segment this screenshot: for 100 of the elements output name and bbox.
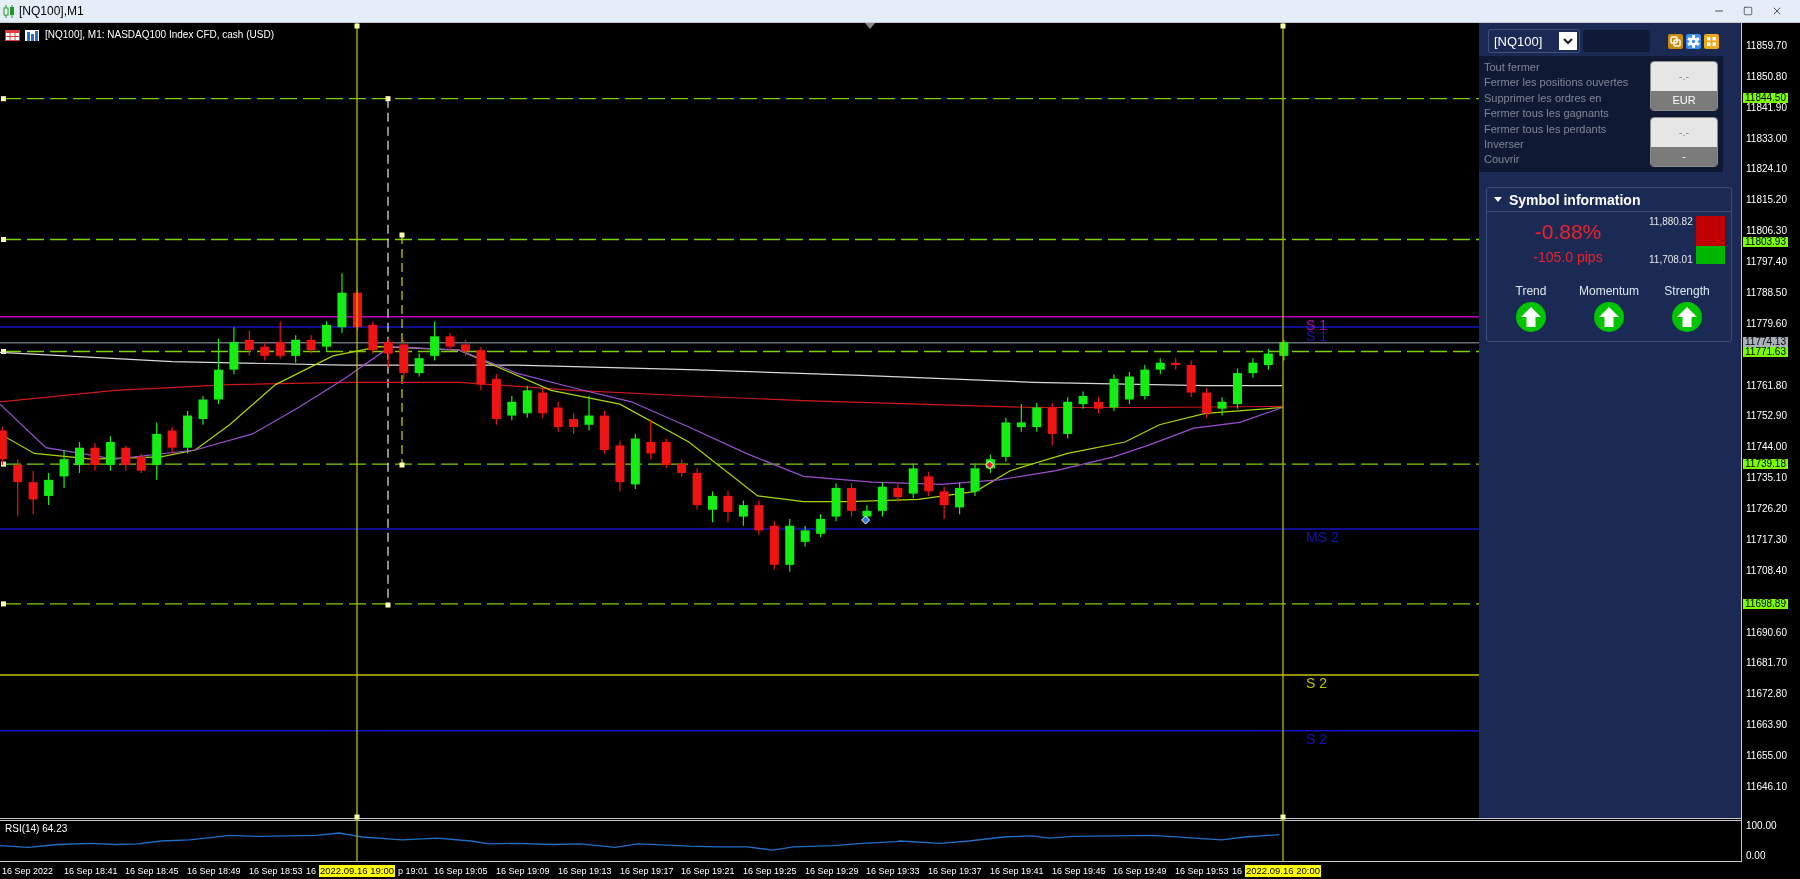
candlestick — [491, 373, 501, 426]
time-label: 16 Sep 19:29 — [805, 865, 859, 877]
candlestick — [13, 458, 23, 518]
candlestick — [1186, 359, 1196, 398]
time-label: 16 Sep 19:25 — [743, 865, 797, 877]
price-label: 11726.20 — [1746, 504, 1787, 515]
price-marker: 11771.63 — [1743, 347, 1788, 357]
action-item[interactable]: Supprimer les ordres en — [1484, 90, 1650, 107]
time-label: 16 Sep 19:33 — [866, 865, 920, 877]
chart-title: [NQ100], M1: NASDAQ100 Index CFD, cash (USD) — [45, 29, 274, 41]
indicator-label: Momentum — [1579, 284, 1639, 298]
candlestick — [75, 441, 84, 474]
value-button[interactable]: -.- EUR — [1650, 61, 1718, 111]
time-label: 16 Sep 19:37 — [928, 865, 982, 877]
triangle-marker-icon[interactable] — [865, 23, 875, 29]
indicator-label: Trend — [1515, 284, 1547, 298]
candlestick — [1233, 367, 1242, 410]
candlestick — [738, 499, 748, 527]
level-label: S 1 — [1306, 330, 1327, 342]
candlestick — [816, 513, 826, 538]
action-item[interactable]: Fermer tous les perdants — [1484, 121, 1650, 138]
price-label: 11815.20 — [1746, 195, 1787, 206]
anchor-point-icon[interactable] — [399, 232, 405, 238]
candlestick — [847, 482, 856, 518]
candlestick — [430, 320, 440, 362]
time-label: 16 Sep 18:53 — [249, 865, 303, 877]
candlestick — [1016, 403, 1026, 433]
candlestick — [1263, 348, 1273, 371]
time-label: 16 Sep 18:41 — [64, 865, 118, 877]
candlestick — [893, 482, 903, 503]
price-marker: 11698.89 — [1743, 598, 1788, 609]
candlestick — [28, 470, 38, 515]
candlestick — [800, 525, 810, 548]
value-button[interactable]: -.- - — [1650, 117, 1718, 167]
price-label: 11806.30 — [1746, 226, 1787, 237]
copy-icon[interactable] — [1668, 33, 1683, 49]
action-item[interactable]: Couvrir — [1484, 152, 1650, 168]
candlestick — [260, 341, 270, 362]
candlestick — [785, 518, 795, 573]
price-label: 11797.40 — [1746, 257, 1787, 268]
candlestick — [1217, 396, 1227, 417]
anchor-point-icon[interactable] — [399, 462, 405, 468]
candlestick — [105, 435, 115, 472]
action-item[interactable]: Tout fermer — [1484, 60, 1650, 76]
price-marker: 11774.13 — [1743, 336, 1788, 347]
price-label: 11672.80 — [1746, 689, 1787, 700]
price-label: 11735.10 — [1746, 473, 1787, 484]
candlestick — [1109, 373, 1119, 412]
candlestick — [1171, 357, 1181, 371]
chevron-down-icon — [1559, 32, 1577, 50]
action-item[interactable]: Inverser — [1484, 137, 1650, 153]
candlestick — [507, 395, 517, 421]
price-label: 11833.00 — [1746, 133, 1787, 144]
settings-icon[interactable] — [1686, 33, 1701, 49]
price-marker: 11739.18 — [1743, 459, 1788, 470]
time-label: 16 Sep 19:09 — [496, 865, 550, 877]
candlestick — [692, 467, 702, 511]
candlestick — [368, 320, 378, 355]
price-marker: 11803.93 — [1743, 236, 1788, 247]
price-label: 11859.70 — [1746, 41, 1787, 51]
level-label: S 2 — [1306, 732, 1327, 745]
time-label: 16 Sep 19:21 — [681, 865, 735, 877]
candlestick — [121, 444, 131, 472]
price-label: 11779.60 — [1746, 318, 1787, 329]
symbol-select[interactable]: [NQ100] — [1488, 29, 1580, 53]
candlestick — [244, 330, 254, 357]
candlestick — [754, 499, 764, 536]
anchor-point-icon[interactable] — [385, 602, 391, 608]
candlestick — [677, 458, 687, 477]
cursor-time-label: 2022.09.16 20:00 — [1245, 865, 1321, 877]
time-label: 16 Sep 19:49 — [1113, 865, 1167, 877]
time-label: 16 Sep 19:05 — [434, 865, 488, 877]
candlestick — [908, 463, 918, 499]
candlestick — [661, 437, 671, 469]
price-label: 11655.00 — [1746, 751, 1787, 761]
candlestick — [970, 463, 980, 497]
candlestick — [1078, 390, 1088, 410]
candlestick — [1094, 396, 1104, 414]
grid-icon[interactable] — [1704, 33, 1719, 49]
candlestick — [90, 442, 100, 472]
candlestick — [461, 339, 470, 357]
candlestick — [1001, 417, 1011, 463]
action-item[interactable]: Fermer les positions ouvertes — [1484, 75, 1650, 91]
symbol-info-header[interactable]: Symbol information — [1487, 188, 1731, 212]
candlestick — [337, 272, 347, 334]
time-label: 16 — [1232, 865, 1242, 877]
anchor-point-icon[interactable] — [1, 96, 6, 102]
candlestick — [152, 421, 162, 481]
candlestick — [630, 433, 640, 490]
action-item[interactable]: Fermer tous les gagnants — [1484, 106, 1650, 122]
anchor-point-icon[interactable] — [385, 96, 391, 102]
candlestick — [383, 338, 393, 368]
candlestick — [1063, 396, 1073, 440]
text-field[interactable] — [1583, 30, 1650, 52]
price-marker: 11844.50 — [1743, 92, 1788, 103]
candlestick — [584, 395, 594, 432]
candlestick — [198, 395, 208, 426]
candlestick — [213, 338, 223, 405]
indicator-label: Strength — [1664, 284, 1710, 298]
candlestick — [399, 339, 409, 380]
